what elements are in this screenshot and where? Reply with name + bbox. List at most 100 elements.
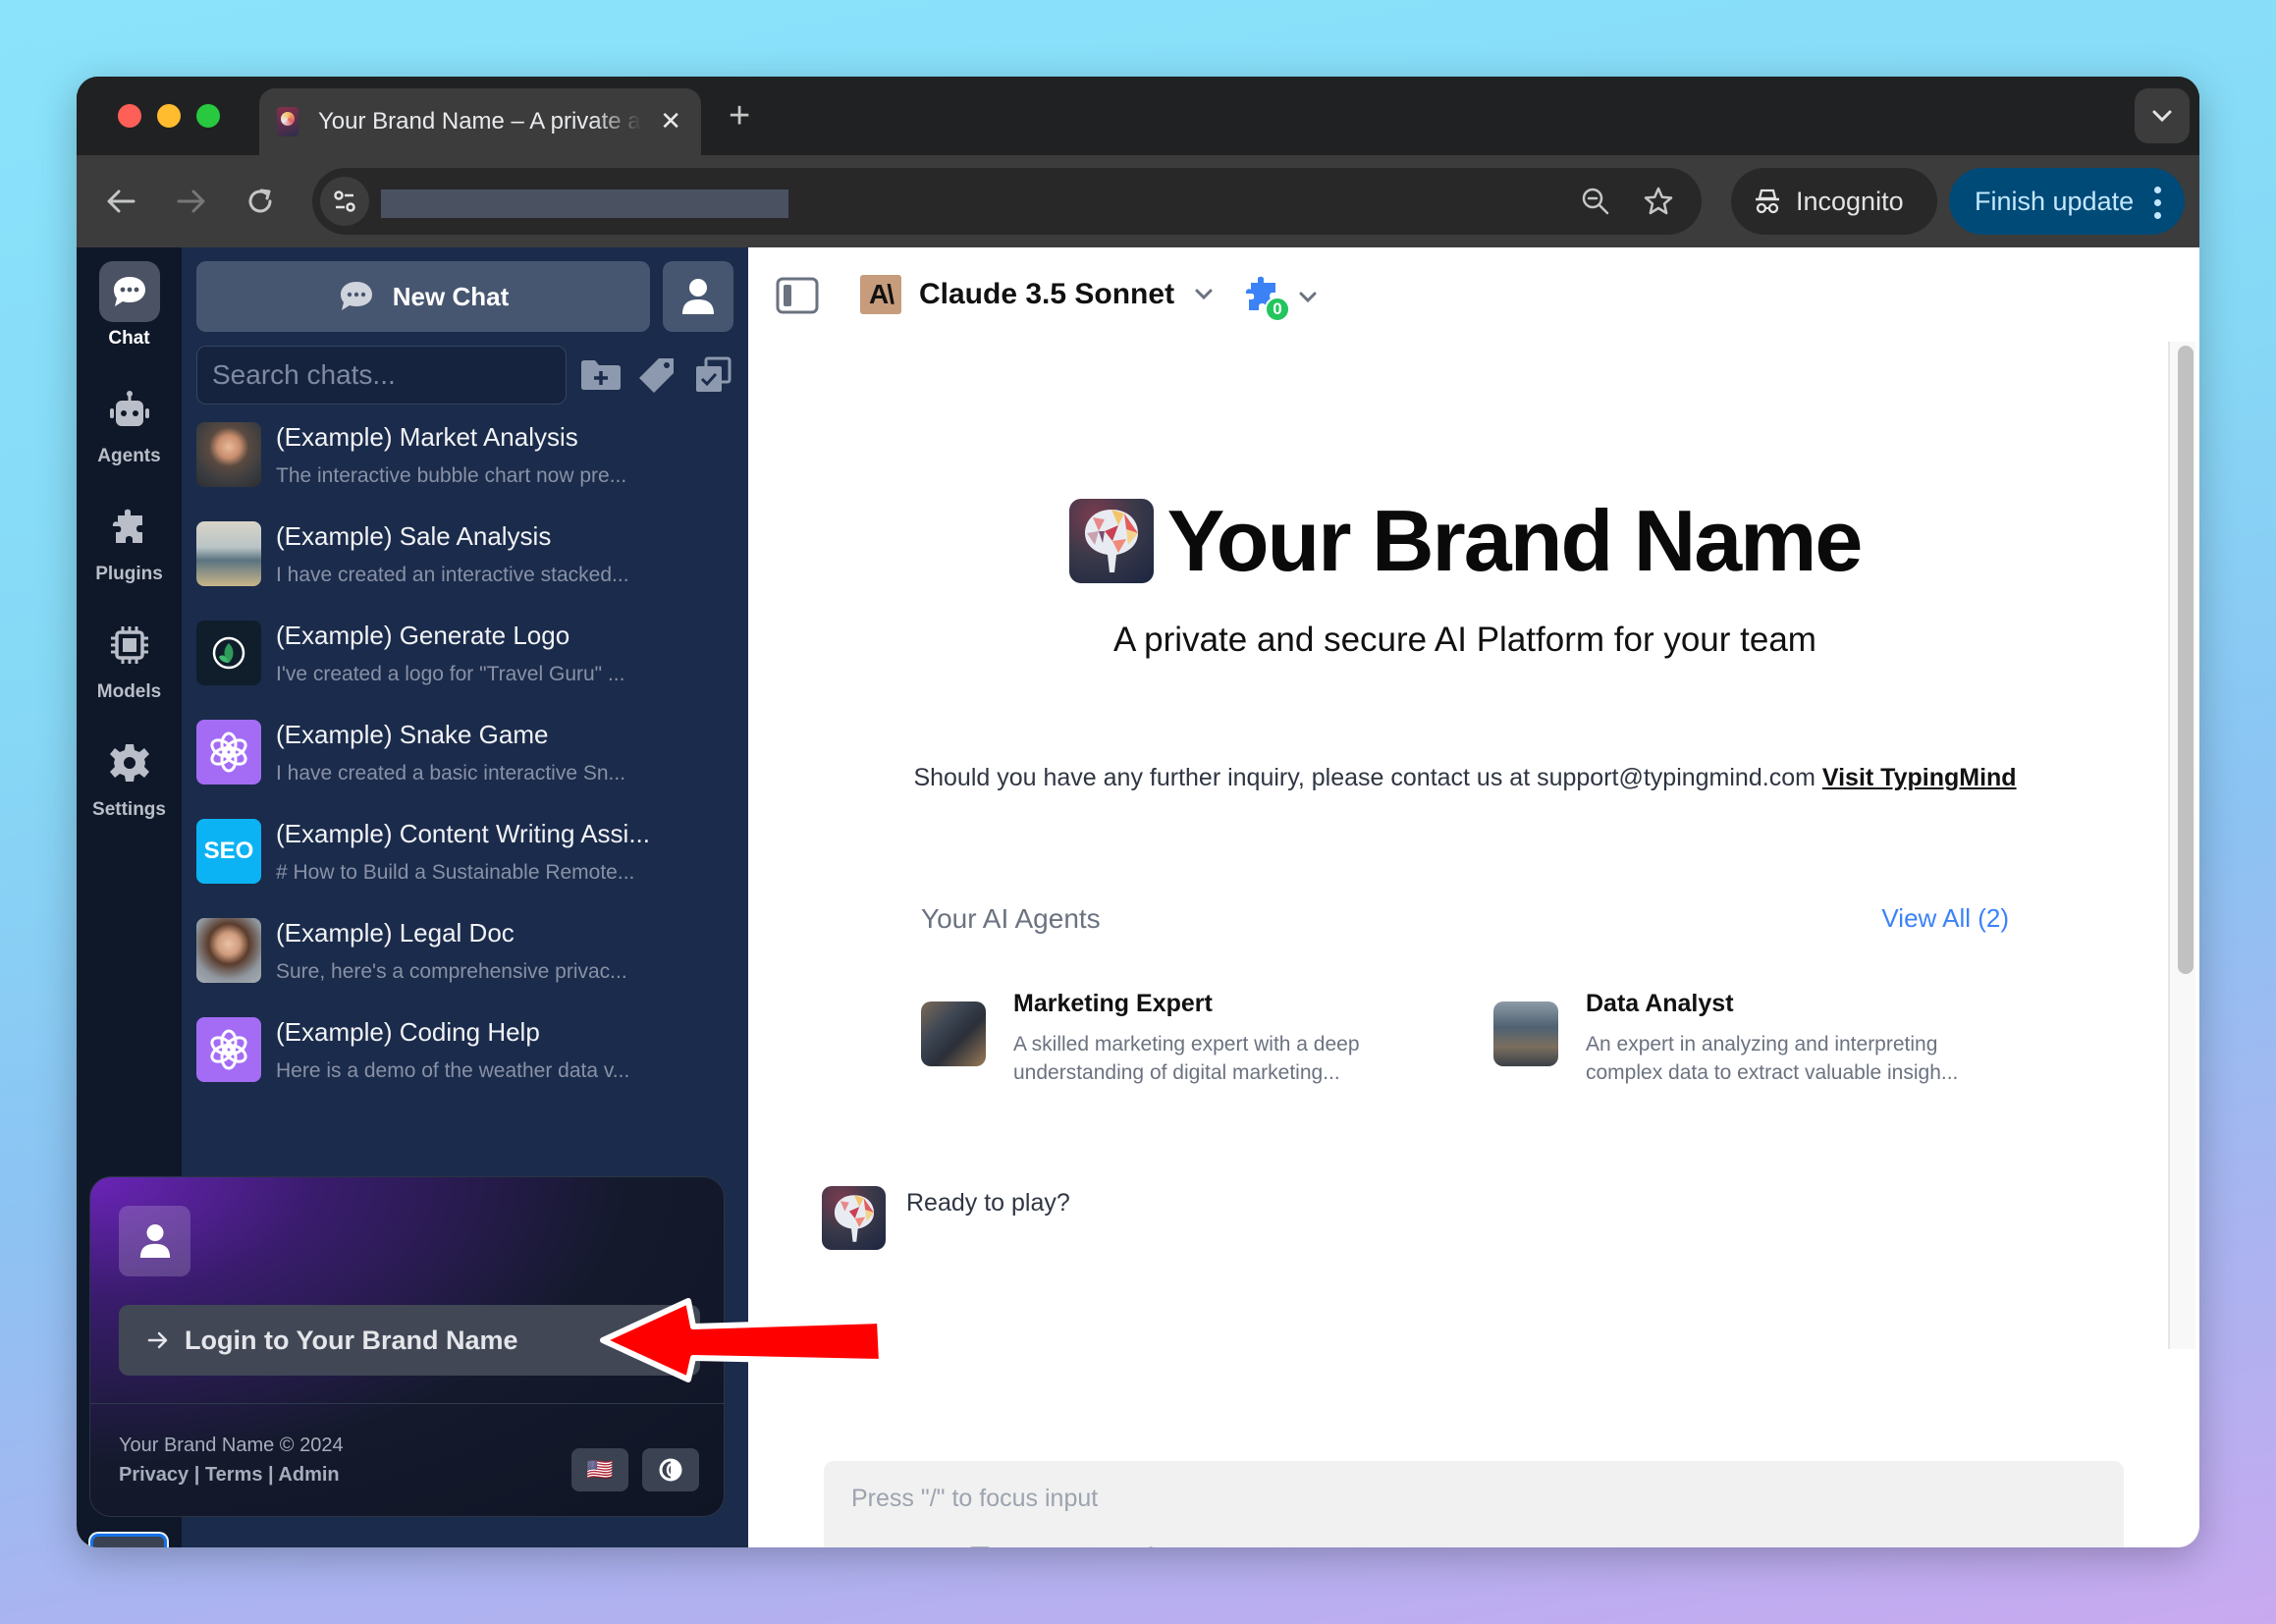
main-panel: A\ Claude 3.5 Sonnet 0 Your Brand Name A… [748, 247, 2199, 1547]
visit-typingmind-link[interactable]: Visit TypingMind [1822, 764, 2017, 791]
zoom-out-icon [1582, 188, 1609, 215]
voice-input-button[interactable] [1134, 1545, 1167, 1547]
profile-button[interactable] [663, 261, 733, 332]
close-window-button[interactable] [118, 104, 141, 128]
privacy-link[interactable]: Privacy [119, 1464, 189, 1486]
bookmark-star-button[interactable] [1642, 185, 1675, 218]
chat-bubble-icon [98, 261, 160, 322]
rail-item-agents[interactable]: Agents [77, 379, 182, 467]
chat-list-item[interactable]: (Example) Generate Logo I've created a l… [196, 619, 736, 718]
chip-icon [99, 615, 160, 676]
chat-list-item[interactable]: (Example) Legal Doc Sure, here's a compr… [196, 916, 736, 1015]
chat-title: (Example) Coding Help [276, 1017, 540, 1047]
agent-card-data-analyst[interactable]: Data Analyst An expert in analyzing and … [1493, 990, 2024, 1087]
chat-list-item[interactable]: (Example) Snake Game I have created a ba… [196, 718, 736, 817]
chat-list-item[interactable]: (Example) Sale Analysis I have created a… [196, 519, 736, 619]
browser-tab-active[interactable]: Your Brand Name – A private and secure A… [259, 88, 701, 155]
back-button[interactable] [96, 177, 145, 226]
select-multiple-button[interactable] [690, 353, 735, 397]
rail-item-plugins[interactable]: Plugins [77, 497, 182, 585]
tab-search-button[interactable] [2135, 88, 2190, 143]
man-photo-avatar [196, 422, 261, 487]
maximize-window-button[interactable] [196, 104, 220, 128]
agents-heading: Your AI Agents [921, 903, 1101, 934]
incognito-indicator[interactable]: Incognito [1731, 168, 1937, 235]
tags-button[interactable] [634, 353, 679, 397]
rail-item-chat[interactable]: Chat [77, 261, 182, 350]
us-flag-icon: 🇺🇸 [586, 1457, 614, 1482]
message-input[interactable] [851, 1479, 2098, 1518]
chat-list-item[interactable]: (Example) Coding Help Here is a demo of … [196, 1015, 736, 1114]
admin-link[interactable]: Admin [278, 1464, 339, 1486]
contact-line: Should you have any further inquiry, ple… [748, 764, 2182, 792]
close-tab-icon[interactable]: ✕ [660, 106, 681, 135]
incognito-label: Incognito [1796, 186, 1904, 216]
tag-icon [639, 358, 674, 393]
rail-item-settings[interactable]: Settings [77, 732, 182, 821]
scrollbar[interactable] [2168, 342, 2195, 1349]
link-separator: | [262, 1464, 279, 1486]
arrow-right-icon [177, 189, 205, 213]
view-all-agents-link[interactable]: View All (2) [1881, 903, 2009, 934]
search-chats-input[interactable] [196, 346, 567, 405]
language-button[interactable]: 🇺🇸 [571, 1448, 628, 1491]
openai-logo-avatar [196, 720, 261, 785]
link-separator: | [189, 1464, 205, 1486]
user-account-button[interactable] [90, 1534, 167, 1547]
rail-label: Agents [97, 446, 161, 466]
browser-window: Your Brand Name – A private and secure A… [77, 77, 2199, 1547]
zoom-out-button[interactable] [1579, 185, 1612, 218]
rail-item-models[interactable]: Models [77, 615, 182, 703]
brand-logo-icon [1068, 499, 1154, 583]
new-chat-button[interactable]: New Chat [196, 261, 650, 332]
agent-card-marketing-expert[interactable]: Marketing Expert A skilled marketing exp… [921, 990, 1451, 1087]
user-icon [682, 279, 714, 314]
mention-button[interactable] [906, 1545, 940, 1547]
minimize-window-button[interactable] [157, 104, 181, 128]
seo-badge-text: SEO [203, 838, 254, 864]
forward-button[interactable] [167, 177, 216, 226]
prompt-library-button[interactable] [963, 1545, 997, 1547]
search-button[interactable] [849, 1545, 883, 1547]
puzzle-icon [99, 497, 160, 558]
new-chat-label: New Chat [392, 281, 510, 311]
chat-list: (Example) Market Analysis The interactiv… [196, 420, 736, 1114]
attach-file-button[interactable] [1077, 1545, 1111, 1547]
model-selector[interactable]: A\ Claude 3.5 Sonnet [860, 275, 1214, 314]
finish-update-label: Finish update [1975, 186, 2135, 216]
chat-title: (Example) Sale Analysis [276, 521, 552, 551]
terms-link[interactable]: Terms [205, 1464, 263, 1486]
openai-logo-avatar [196, 1017, 261, 1082]
divider [90, 1403, 724, 1404]
plugin-selector[interactable]: 0 [1243, 275, 1318, 322]
rail-label: Models [96, 681, 162, 702]
microphone-icon [1148, 1546, 1154, 1547]
tagline: A private and secure AI Platform for you… [1113, 621, 1816, 659]
chat-list-item[interactable]: SEO (Example) Content Writing Assi... # … [196, 817, 736, 916]
arrow-right-icon [147, 1331, 168, 1349]
theme-toggle-button[interactable] [642, 1448, 699, 1491]
scrollbar-thumb[interactable] [2178, 346, 2194, 974]
multi-select-icon [696, 356, 732, 392]
pen-nib-icon [1021, 1546, 1053, 1547]
agent-description: A skilled marketing expert with a deep u… [1013, 1033, 1360, 1084]
rail-user-container [90, 1534, 167, 1547]
reload-button[interactable] [236, 177, 285, 226]
book-icon [970, 1546, 990, 1547]
canvas-button[interactable] [1020, 1545, 1054, 1547]
sidebar-toggle-button[interactable] [776, 277, 819, 319]
app-area: Chat Agents Plugins Models Settings New … [77, 247, 2199, 1547]
site-settings-button[interactable] [320, 177, 369, 226]
seo-badge-avatar: SEO [196, 819, 261, 884]
address-bar[interactable] [312, 168, 1702, 235]
new-tab-button[interactable]: + [729, 96, 750, 135]
brand-hero: Your Brand Name [748, 491, 2182, 591]
new-folder-button[interactable] [578, 353, 623, 397]
agent-name: Marketing Expert [1013, 990, 1213, 1017]
chevron-down-icon [1299, 292, 1317, 303]
chat-list-item[interactable]: (Example) Market Analysis The interactiv… [196, 420, 736, 519]
finish-update-button[interactable]: Finish update [1949, 168, 2185, 235]
gear-icon [99, 732, 160, 793]
kebab-menu-icon[interactable] [2154, 187, 2161, 219]
rail-label: Chat [108, 328, 150, 349]
